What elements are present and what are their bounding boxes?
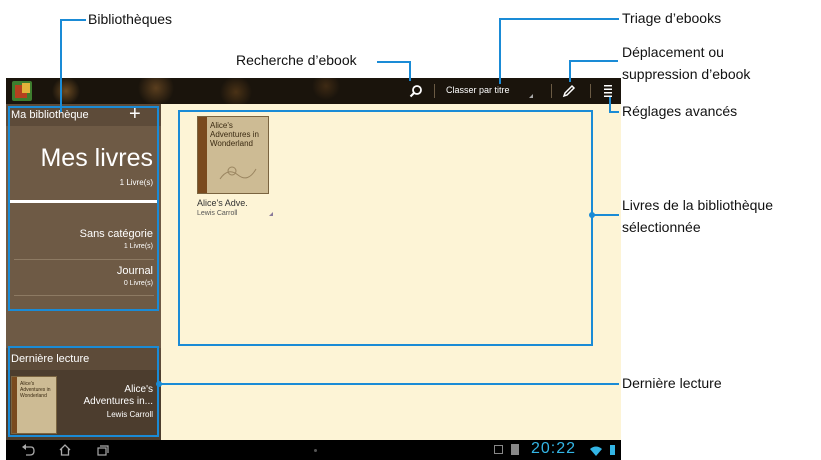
divider — [551, 84, 552, 98]
sort-dropdown[interactable]: Classer par titre — [446, 85, 536, 101]
sd-card-icon — [511, 444, 519, 455]
callout-recherche: Recherche d’ebook — [236, 52, 357, 68]
search-icon[interactable] — [409, 84, 423, 98]
back-icon[interactable] — [21, 443, 35, 457]
callout-livres-2: sélectionnée — [622, 219, 701, 235]
books-highlight — [178, 110, 593, 346]
action-bar: Classer par titre — [6, 78, 621, 104]
libraries-highlight — [8, 106, 159, 311]
recent-highlight — [8, 346, 159, 437]
tablet-screen: Classer par titre Ma bibliothèque + Mes … — [6, 78, 621, 460]
app-logo-icon[interactable] — [12, 81, 32, 101]
callout-derniere: Dernière lecture — [622, 375, 722, 391]
wifi-icon — [590, 444, 602, 456]
callout-deplacement-2: suppression d’ebook — [622, 66, 751, 82]
dropdown-corner-icon — [529, 94, 533, 98]
divider — [590, 84, 591, 98]
divider — [434, 84, 435, 98]
overflow-menu-icon[interactable] — [603, 83, 613, 99]
clock: 20:22 — [531, 440, 577, 457]
system-nav-bar: 20:22 — [6, 440, 621, 460]
center-dot — [314, 449, 317, 452]
edit-pencil-icon[interactable] — [562, 84, 576, 98]
recent-apps-icon[interactable] — [96, 443, 110, 457]
battery-icon — [610, 445, 615, 455]
sort-label: Classer par titre — [446, 85, 510, 95]
screenshot-notification-icon — [494, 445, 503, 454]
callout-triage: Triage d’ebooks — [622, 10, 722, 26]
callout-bibliotheques: Bibliothèques — [88, 11, 173, 27]
home-icon[interactable] — [58, 443, 72, 457]
callout-reglages: Réglages avancés — [622, 103, 738, 119]
callout-deplacement-1: Déplacement ou — [622, 44, 724, 60]
callout-livres-1: Livres de la bibliothèque — [622, 197, 773, 213]
